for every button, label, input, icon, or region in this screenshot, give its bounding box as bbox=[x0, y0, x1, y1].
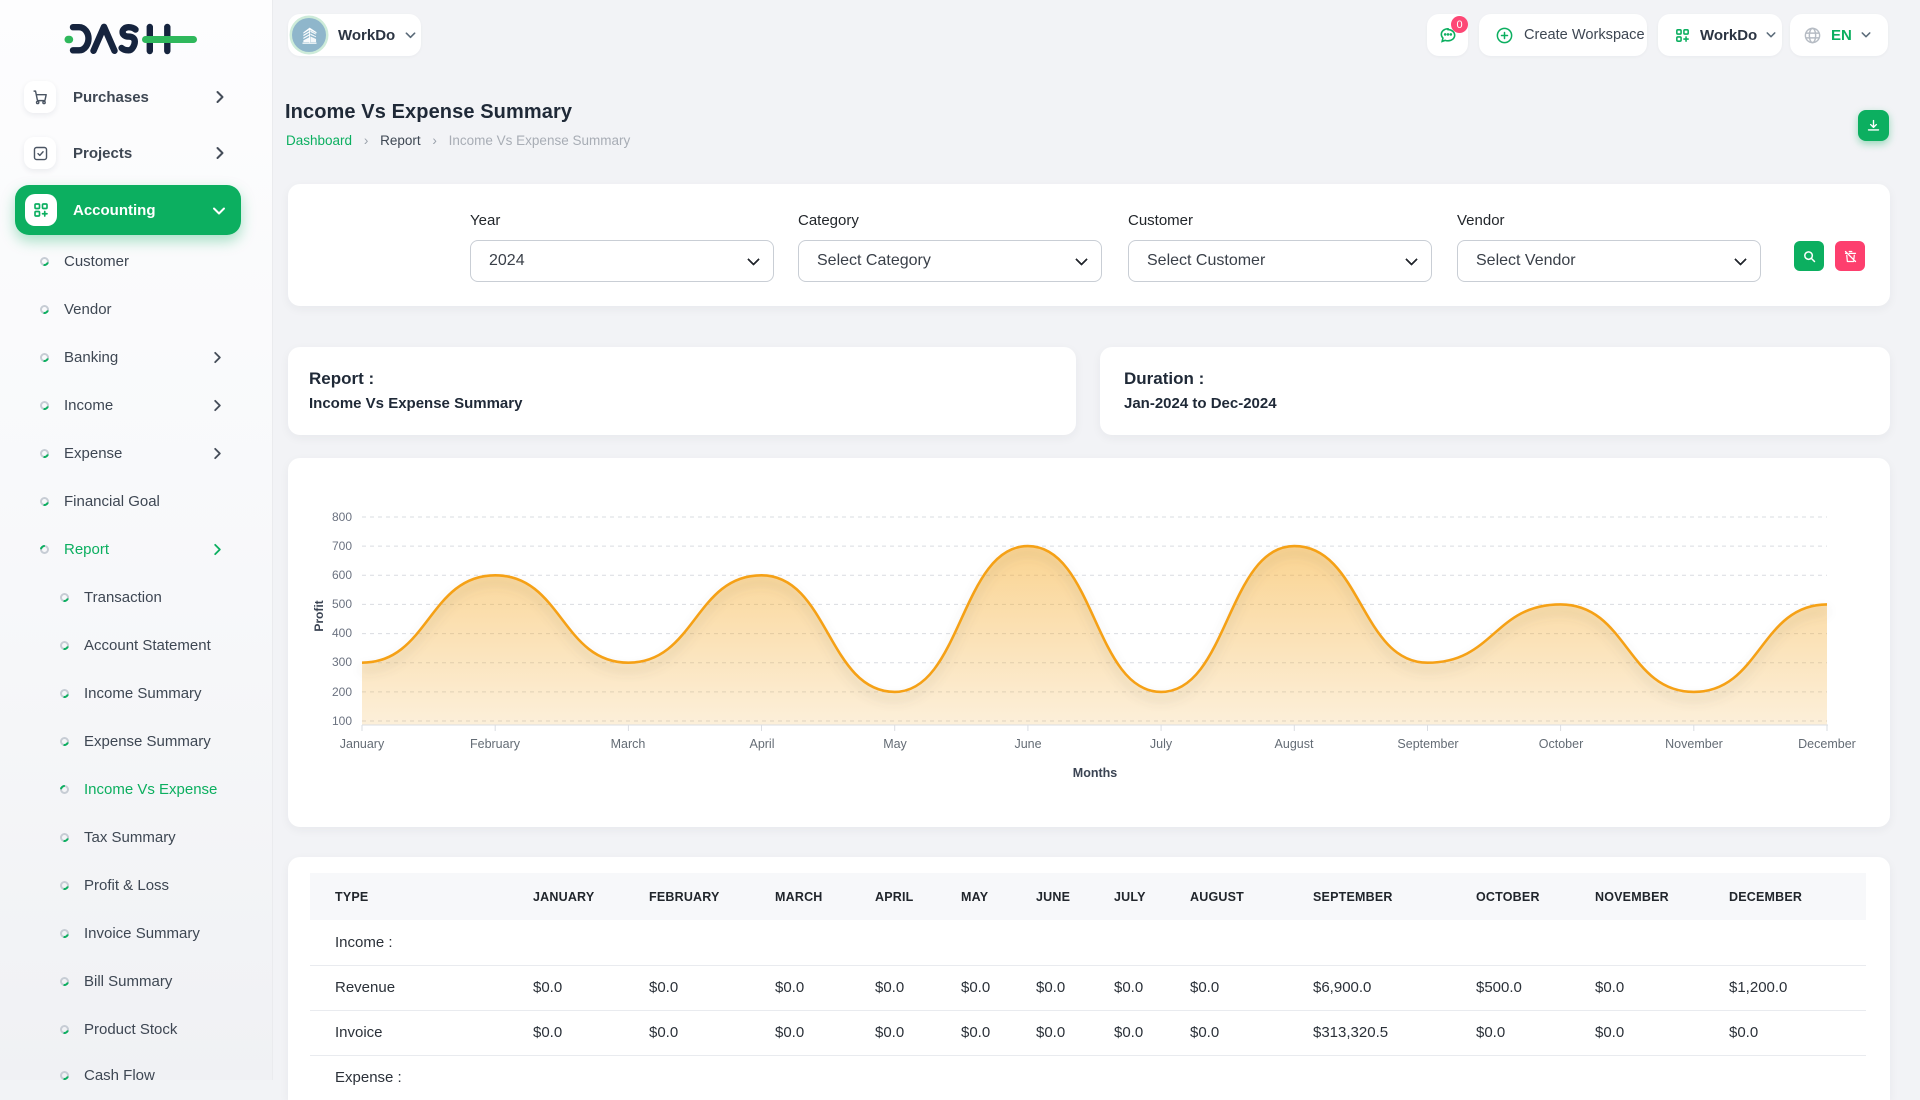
svg-text:February: February bbox=[470, 737, 521, 751]
svg-text:Profit: Profit bbox=[312, 600, 326, 631]
svg-text:November: November bbox=[1665, 737, 1723, 751]
svg-text:September: September bbox=[1397, 737, 1458, 751]
svg-text:December: December bbox=[1798, 737, 1856, 751]
svg-text:800: 800 bbox=[332, 510, 352, 524]
svg-text:100: 100 bbox=[332, 714, 352, 728]
svg-text:August: August bbox=[1275, 737, 1314, 751]
svg-text:July: July bbox=[1150, 737, 1173, 751]
svg-text:400: 400 bbox=[332, 626, 352, 640]
svg-text:200: 200 bbox=[332, 685, 352, 699]
svg-text:Months: Months bbox=[1073, 766, 1117, 780]
svg-text:700: 700 bbox=[332, 539, 352, 553]
svg-text:300: 300 bbox=[332, 655, 352, 669]
svg-text:500: 500 bbox=[332, 597, 352, 611]
svg-text:January: January bbox=[340, 737, 385, 751]
svg-text:October: October bbox=[1539, 737, 1583, 751]
svg-text:April: April bbox=[749, 737, 774, 751]
svg-text:600: 600 bbox=[332, 568, 352, 582]
svg-text:March: March bbox=[611, 737, 646, 751]
svg-text:May: May bbox=[883, 737, 907, 751]
svg-text:June: June bbox=[1014, 737, 1041, 751]
